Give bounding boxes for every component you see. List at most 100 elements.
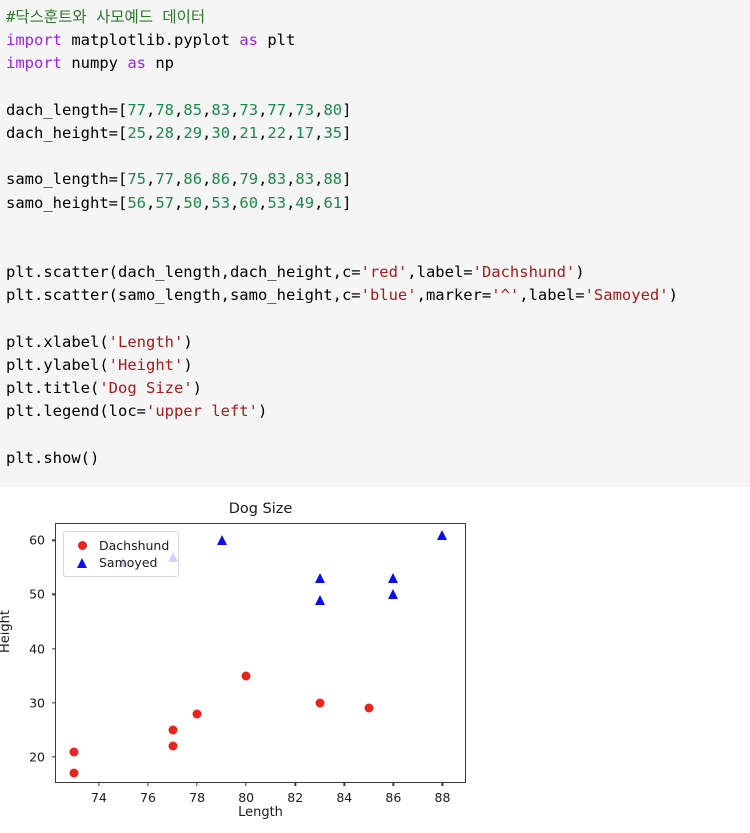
code-token: 78 [155, 100, 175, 119]
x-tick-label: 80 [238, 790, 255, 805]
code-token: 'Dog Size' [99, 379, 193, 397]
code-token: , [146, 193, 156, 212]
code-token: plt.show() [6, 448, 100, 467]
code-token: , [258, 193, 268, 212]
code-token: plt.legend(loc= [6, 402, 146, 421]
y-tick-label: 20 [29, 749, 45, 765]
code-token: , [202, 100, 212, 119]
legend-marker-icon [71, 557, 93, 568]
code-line: plt.ylabel('Height') [6, 354, 750, 377]
data-point-dachshund [69, 768, 79, 778]
code-token: , [146, 170, 156, 189]
code-line: plt.title('Dog Size') [6, 377, 750, 400]
data-point-dachshund [241, 671, 251, 681]
code-token: , [258, 123, 268, 142]
code-token: 61 [323, 193, 343, 212]
code-token: 60 [239, 193, 259, 212]
code-token: 88 [323, 170, 343, 189]
y-tick-mark [52, 593, 56, 596]
data-point-samoyed [388, 573, 399, 584]
x-tick-mark [196, 782, 198, 786]
code-token: , [230, 170, 240, 189]
code-line: plt.scatter(dach_length,dach_height,c='r… [6, 261, 750, 284]
code-line: plt.scatter(samo_length,samo_height,c='b… [6, 284, 750, 307]
code-token: 28 [155, 123, 175, 142]
y-tick-mark [52, 756, 56, 758]
code-token: , [202, 193, 212, 212]
code-token: ] [342, 193, 352, 212]
code-token: 'blue' [360, 286, 417, 305]
code-line: import numpy as np [6, 52, 750, 75]
code-line: plt.show() [6, 447, 750, 470]
y-tick-mark [52, 702, 56, 704]
code-line: samo_length=[75,77,86,86,79,83,83,88] [6, 168, 750, 191]
code-token: 22 [267, 123, 287, 142]
x-tick-label: 82 [287, 790, 304, 805]
y-tick-label: 50 [29, 586, 45, 602]
code-token: ) [257, 402, 268, 421]
code-token: , [202, 123, 212, 142]
data-point-dachshund [168, 725, 178, 735]
code-token: 21 [239, 123, 259, 142]
x-tick-label: 74 [90, 790, 107, 805]
code-token: 57 [155, 193, 175, 212]
code-token: 73 [239, 100, 259, 119]
code-token: numpy [62, 54, 128, 73]
x-tick-mark [392, 782, 395, 786]
code-line: #닥스훈트와 사모예드 데이터 [6, 6, 750, 29]
code-token: np [146, 54, 174, 73]
x-tick-mark [147, 782, 149, 786]
code-token: ) [668, 286, 678, 305]
code-token: 83 [211, 100, 231, 119]
code-token: 53 [267, 193, 287, 212]
code-token: 35 [323, 123, 343, 142]
data-point-samoyed [388, 589, 399, 600]
x-tick-label: 84 [336, 790, 353, 805]
code-line: plt.xlabel('Length') [6, 331, 750, 354]
code-token: plt.scatter(samo_length,samo_height,c= [6, 286, 361, 305]
legend-entry: Samoyed [71, 554, 169, 571]
x-tick-mark [98, 782, 100, 786]
y-tick-mark [52, 647, 56, 650]
code-token: plt.title( [6, 379, 100, 397]
code-token: plt [257, 31, 296, 50]
x-axis-label: Length [238, 805, 283, 820]
x-tick-mark [245, 782, 247, 786]
code-token: ,marker= [416, 286, 492, 305]
code-token: 56 [127, 193, 146, 212]
code-token: 49 [295, 193, 315, 212]
code-token: samo_height=[ [6, 193, 128, 212]
y-tick-label: 30 [29, 695, 45, 711]
x-tick-mark [441, 782, 444, 786]
data-point-dachshund [69, 747, 79, 756]
code-token: 75 [127, 170, 146, 189]
code-token: , [174, 123, 184, 142]
code-token: ) [183, 332, 193, 351]
chart-title: Dog Size [228, 501, 293, 517]
code-token: , [174, 193, 184, 212]
code-token: ) [192, 379, 202, 397]
data-point-dachshund [364, 703, 374, 713]
y-tick-label: 60 [29, 532, 45, 548]
code-token: 77 [127, 100, 146, 119]
code-token: 79 [239, 170, 259, 189]
code-token: as [239, 31, 258, 50]
code-token: import [6, 54, 62, 73]
code-token: as [127, 54, 146, 73]
legend-marker-icon [71, 541, 93, 550]
x-tick-label: 78 [189, 790, 206, 805]
code-token: , [174, 170, 184, 189]
code-token: 30 [211, 123, 231, 142]
data-point-samoyed [314, 573, 325, 584]
code-token: 'red' [360, 263, 408, 282]
code-token: samo_length=[ [6, 170, 128, 189]
code-token: 86 [211, 170, 231, 189]
code-cell[interactable]: #닥스훈트와 사모예드 데이터 import matplotlib.pyplot … [0, 0, 750, 487]
code-token: 'Height' [108, 355, 184, 374]
code-token: plt.ylabel( [6, 355, 109, 374]
code-line: dach_length=[77,78,85,83,73,77,73,80] [6, 99, 750, 122]
